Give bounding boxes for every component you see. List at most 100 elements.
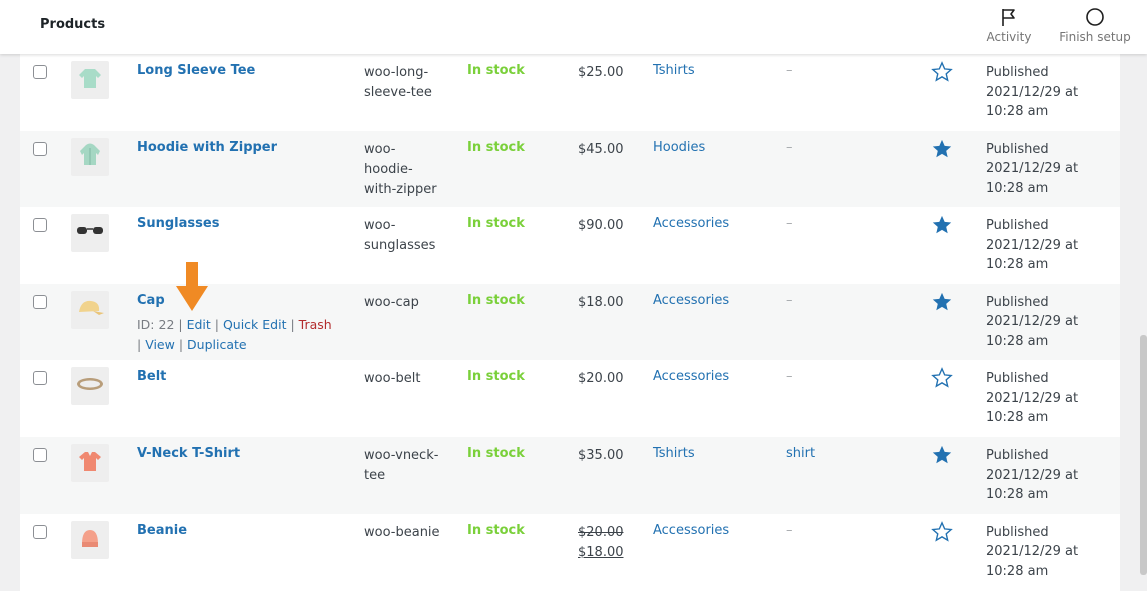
category-link[interactable]: Accessories [653,216,729,231]
product-price: $18.00 [578,294,624,310]
product-thumbnail[interactable] [71,214,109,253]
publish-date: Published 2021/12/29 at 10:28 am [986,448,1079,502]
publish-date: Published 2021/12/29 at 10:28 am [986,141,1079,196]
separator: | [137,336,146,352]
product-sku: woo-vneck-tee [364,448,439,483]
publish-date: Published 2021/12/29 at 10:28 am [986,524,1079,579]
product-thumbnail[interactable] [71,444,109,482]
row-checkbox[interactable] [33,524,47,539]
product-sku: woo-beanie [364,524,440,540]
publish-date: Published 2021/12/29 at 10:28 am [986,371,1079,426]
product-price: $35.00 [578,448,624,463]
product-name-link[interactable]: Sunglasses [137,216,219,231]
product-name-link[interactable]: V-Neck T-Shirt [137,446,240,461]
table-row: Long Sleeve Tee woo-long-sleeve-tee In sto… [20,54,1120,131]
category-link[interactable]: Accessories [653,369,729,384]
product-name-link[interactable]: Cap [137,293,165,308]
edit-link[interactable]: Edit [187,317,211,332]
vneck-thumbnail-icon [77,448,103,478]
product-price: $20.00 $18.00 [578,523,624,563]
stock-status: In stock [467,369,525,385]
featured-star-outline-icon[interactable] [931,61,953,83]
tags-empty: – [786,63,793,78]
tags-empty: – [786,369,793,385]
category-link[interactable]: Accessories [653,293,729,308]
progress-circle-icon [1058,6,1132,28]
sunglasses-thumbnail-icon [75,223,105,243]
tags-empty: – [786,139,793,155]
row-checkbox[interactable] [33,371,47,386]
product-sku: woo-belt [364,371,421,387]
row-actions: ID: 22 | Edit | Quick Edit | Trash | Vie… [137,315,337,355]
category-link[interactable]: Accessories [653,523,729,538]
product-name-link[interactable]: Belt [137,369,166,384]
separator: | [174,336,188,352]
product-sku: woo-long-sleeve-tee [364,65,432,100]
row-checkbox[interactable] [33,448,47,462]
category-link[interactable]: Tshirts [653,63,695,78]
sale-price: $18.00 [578,544,624,560]
row-checkbox[interactable] [33,294,47,309]
product-thumbnail[interactable] [71,290,109,329]
product-name-link[interactable]: Long Sleeve Tee [137,63,255,78]
belt-thumbnail-icon [75,374,105,398]
activity-label: Activity [986,30,1032,44]
long-sleeve-tee-thumbnail-icon [77,65,103,95]
activity-button[interactable]: Activity [980,6,1038,44]
table-row: Beanie woo-beanie In stock $20.00 $18.00 Acce… [20,513,1120,591]
tags-empty: – [786,522,793,538]
featured-star-filled-icon[interactable] [931,138,953,160]
duplicate-link[interactable]: Duplicate [187,337,247,352]
finish-setup-label: Finish setup [1059,30,1131,44]
featured-star-outline-icon[interactable] [931,367,953,389]
stock-status: In stock [467,292,525,308]
beanie-thumbnail-icon [77,525,103,555]
product-price: $20.00 [578,371,624,387]
featured-star-outline-icon[interactable] [931,520,953,543]
product-id: ID: 22 | [137,316,187,332]
publish-date: Published 2021/12/29 at 10:28 am [986,65,1079,119]
category-link[interactable]: Hoodies [653,140,705,155]
product-price: $25.00 [578,65,624,80]
product-sku: woo-hoodie-with-zipper [364,141,437,197]
table-row: Hoodie with Zipper woo-hoodie-with-zipper… [20,130,1120,208]
flag-icon [980,6,1038,28]
trash-link[interactable]: Trash [299,317,332,332]
quick-edit-link[interactable]: Quick Edit [223,317,287,332]
tag-link[interactable]: shirt [786,446,815,461]
product-sku: woo-cap [364,294,419,310]
publish-date: Published 2021/12/29 at 10:28 am [986,294,1079,349]
stock-status: In stock [467,216,525,232]
scrollbar[interactable] [1140,335,1147,575]
page-title: Products [40,17,106,32]
row-checkbox[interactable] [33,65,47,79]
separator: | [286,316,299,332]
product-sku: woo-sunglasses [364,218,436,254]
pointer-arrow-icon [176,262,208,311]
row-checkbox[interactable] [33,218,47,233]
stock-status: In stock [467,139,525,155]
product-thumbnail[interactable] [71,367,109,406]
featured-star-filled-icon[interactable] [931,444,953,466]
tags-empty: – [786,216,793,232]
product-name-link[interactable]: Hoodie with Zipper [137,140,277,155]
category-link[interactable]: Tshirts [653,446,695,461]
table-row: V-Neck T-Shirt woo-vneck-tee In stock $35.0… [20,437,1120,514]
cap-thumbnail-icon [75,296,105,324]
row-checkbox[interactable] [33,141,47,156]
top-header-bar: Products Activity Finish setup [0,0,1147,54]
separator: | [210,316,223,332]
product-thumbnail[interactable] [71,137,109,176]
featured-star-filled-icon[interactable] [931,291,953,313]
publish-date: Published 2021/12/29 at 10:28 am [986,218,1079,273]
table-row: Belt woo-belt In stock $20.00 Accessories – Pu… [20,360,1120,438]
product-thumbnail[interactable] [71,61,109,99]
product-thumbnail[interactable] [71,520,109,559]
finish-setup-button[interactable]: Finish setup [1058,6,1132,44]
product-price: $45.00 [578,141,624,157]
product-name-link[interactable]: Beanie [137,523,187,538]
regular-price: $20.00 [578,524,624,540]
featured-star-filled-icon[interactable] [931,214,953,236]
view-link[interactable]: View [145,337,175,352]
stock-status: In stock [467,522,525,538]
